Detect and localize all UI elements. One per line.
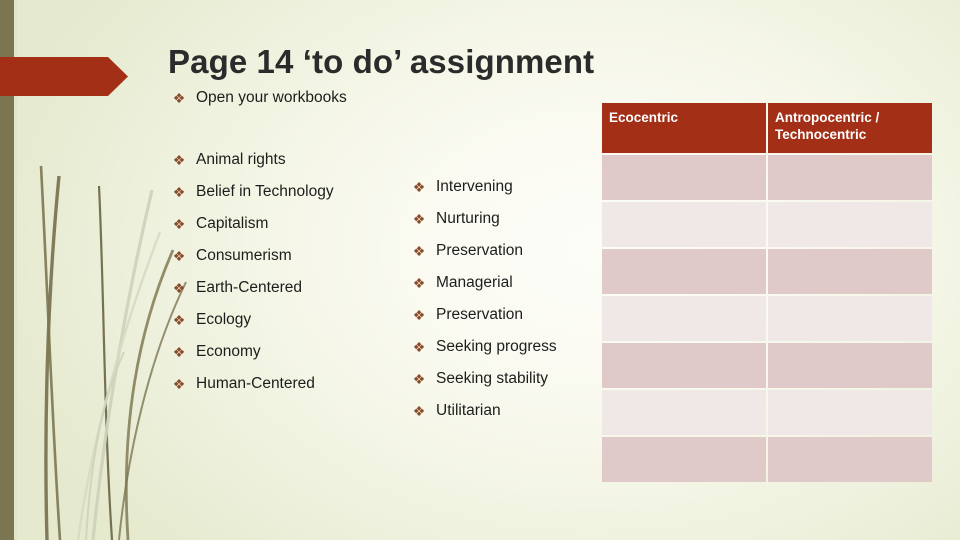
table-cell[interactable]	[602, 249, 766, 294]
column-header-antropocentric-technocentric: Antropocentric / Technocentric	[768, 103, 932, 153]
table-cell[interactable]	[602, 343, 766, 388]
table-row[interactable]	[602, 202, 932, 247]
list-item: ❖ Human-Centered	[168, 368, 408, 400]
diamond-bullet-icon: ❖	[172, 344, 186, 360]
table-body	[602, 155, 932, 482]
diamond-bullet-icon: ❖	[172, 248, 186, 264]
diamond-bullet-icon: ❖	[412, 307, 426, 323]
list-item: ❖ Animal rights	[168, 144, 408, 176]
list-item-label: Open your workbooks	[196, 89, 347, 106]
list-item: ❖ Consumerism	[168, 240, 408, 272]
list-item-label: Intervening	[436, 178, 513, 195]
right-bullet-list: ❖ Intervening ❖ Nurturing ❖ Preservation…	[408, 171, 598, 427]
diamond-bullet-icon: ❖	[172, 152, 186, 168]
diamond-bullet-icon: ❖	[412, 243, 426, 259]
list-item-label: Belief in Technology	[196, 183, 334, 200]
list-item-label: Human-Centered	[196, 375, 315, 392]
table-cell[interactable]	[768, 249, 932, 294]
list-item: ❖ Ecology	[168, 304, 408, 336]
list-item: ❖ Seeking progress	[408, 331, 598, 363]
table-cell[interactable]	[768, 390, 932, 435]
list-item-label: Ecology	[196, 311, 252, 328]
arrow-banner-icon	[0, 57, 128, 96]
table-header-row: Ecocentric Antropocentric / Technocentri…	[602, 103, 932, 153]
table-row[interactable]	[602, 343, 932, 388]
table-cell[interactable]	[768, 155, 932, 200]
table-header: Ecocentric Antropocentric / Technocentri…	[602, 103, 932, 153]
table-cell[interactable]	[768, 296, 932, 341]
table-cell[interactable]	[768, 343, 932, 388]
list-item-label: Managerial	[436, 274, 513, 291]
list-item: ❖ Intervening	[408, 171, 598, 203]
list-item: ❖ Open your workbooks	[168, 82, 408, 114]
left-bullet-list: ❖ Open your workbooks ❖ Animal rights ❖ …	[168, 82, 408, 400]
list-item: ❖ Earth-Centered	[168, 272, 408, 304]
diamond-bullet-icon: ❖	[172, 280, 186, 296]
diamond-bullet-icon: ❖	[172, 216, 186, 232]
list-item: ❖ Preservation	[408, 299, 598, 331]
list-item: ❖ Seeking stability	[408, 363, 598, 395]
diamond-bullet-icon: ❖	[172, 376, 186, 392]
list-item: ❖ Economy	[168, 336, 408, 368]
list-item-label: Seeking progress	[436, 338, 557, 355]
table-cell[interactable]	[602, 202, 766, 247]
column-header-ecocentric: Ecocentric	[602, 103, 766, 153]
list-item-label: Capitalism	[196, 215, 269, 232]
list-item: ❖ Nurturing	[408, 203, 598, 235]
table-row[interactable]	[602, 296, 932, 341]
table-row[interactable]	[602, 155, 932, 200]
diamond-bullet-icon: ❖	[412, 371, 426, 387]
table-cell[interactable]	[602, 437, 766, 482]
table-cell[interactable]	[768, 202, 932, 247]
diamond-bullet-icon: ❖	[172, 90, 186, 106]
diamond-bullet-icon: ❖	[412, 211, 426, 227]
list-item: ❖ Utilitarian	[408, 395, 598, 427]
diamond-bullet-icon: ❖	[172, 312, 186, 328]
diamond-bullet-icon: ❖	[412, 275, 426, 291]
list-item: ❖ Managerial	[408, 267, 598, 299]
table-cell[interactable]	[768, 437, 932, 482]
list-item-label: Consumerism	[196, 247, 292, 264]
slide-canvas: Page 14 ‘to do’ assignment ❖ Open your w…	[0, 0, 960, 540]
list-item: ❖ Belief in Technology	[168, 176, 408, 208]
comparison-table: Ecocentric Antropocentric / Technocentri…	[600, 101, 934, 484]
list-item-label: Preservation	[436, 242, 524, 259]
list-item-label: Utilitarian	[436, 402, 501, 419]
diamond-bullet-icon: ❖	[172, 184, 186, 200]
diamond-bullet-icon: ❖	[412, 339, 426, 355]
diamond-bullet-icon: ❖	[412, 179, 426, 195]
list-item: ❖ Capitalism	[168, 208, 408, 240]
list-item-label: Preservation	[436, 306, 524, 323]
table-cell[interactable]	[602, 390, 766, 435]
diamond-bullet-icon: ❖	[412, 403, 426, 419]
list-item-label: Economy	[196, 343, 261, 360]
table-row[interactable]	[602, 249, 932, 294]
table-cell[interactable]	[602, 155, 766, 200]
table-row[interactable]	[602, 390, 932, 435]
list-item-label: Animal rights	[196, 151, 286, 168]
list-item-label: Nurturing	[436, 210, 500, 227]
table-cell[interactable]	[602, 296, 766, 341]
list-item-label: Earth-Centered	[196, 279, 302, 296]
page-title: Page 14 ‘to do’ assignment	[168, 43, 595, 81]
list-item: ❖ Preservation	[408, 235, 598, 267]
table-row[interactable]	[602, 437, 932, 482]
list-item-label: Seeking stability	[436, 370, 549, 387]
